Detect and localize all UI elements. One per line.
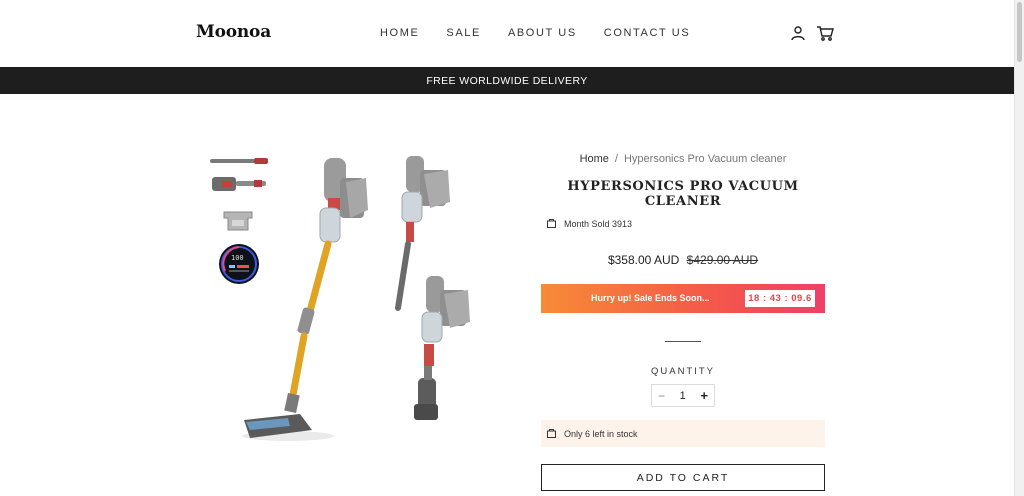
divider [665,341,701,342]
quantity-increase-button[interactable]: + [700,388,708,403]
cart-icon[interactable] [816,25,834,41]
header-icons [790,25,834,41]
quantity-label: QUANTITY [650,366,716,377]
user-icon[interactable] [790,25,806,41]
stock-text: Only 6 left in stock [564,428,638,439]
nav-sale[interactable]: SALE [446,27,481,39]
announcement-bar: FREE WORLDWIDE DELIVERY [0,67,1014,94]
quantity-decrease-button[interactable]: − [658,389,665,403]
breadcrumb-current: Hypersonics Pro Vacuum cleaner [623,153,787,165]
stock-notice: Only 6 left in stock [541,420,825,447]
bag-icon [547,428,556,440]
nav-about-us[interactable]: ABOUT US [508,27,577,39]
breadcrumb: Home / Hypersonics Pro Vacuum cleaner [541,153,825,165]
countdown-timer: 18 : 43 : 09.6 [745,290,815,307]
sale-countdown-text: Hurry up! Sale Ends Soon... [591,293,710,303]
page-scrollbar[interactable] [1014,0,1024,496]
site-header: Moonoa HOME SALE ABOUT US CONTACT US [0,0,1014,67]
main-nav: HOME SALE ABOUT US CONTACT US [380,27,717,39]
nav-contact-us[interactable]: CONTACT US [604,27,691,39]
monthly-sold-text: Month Sold 3913 [564,219,633,229]
announcement-text: FREE WORLDWIDE DELIVERY [426,74,588,87]
monthly-sold: Month Sold 3913 [547,218,632,230]
sale-price: $358.00 AUD [607,253,680,267]
scrollbar-thumb[interactable] [1017,2,1022,62]
sale-countdown-banner: Hurry up! Sale Ends Soon... 18 : 43 : 09… [541,284,825,313]
product-title: HYPERSONICS PRO VACUUM CLEANER [567,179,799,209]
bag-icon [547,218,556,230]
breadcrumb-home-link[interactable]: Home [580,153,609,165]
add-to-cart-button[interactable]: ADD TO CART [541,464,825,491]
nav-home[interactable]: HOME [380,27,419,39]
product-main-image[interactable] [228,148,490,448]
quantity-value[interactable]: 1 [680,390,686,402]
quantity-stepper: − 1 + [651,384,715,407]
breadcrumb-separator: / [614,153,618,165]
price: $358.00 AUD $429.00 AUD [541,253,825,267]
brand-logo[interactable]: Moonoa [196,22,271,42]
compare-price: $429.00 AUD [686,253,759,267]
